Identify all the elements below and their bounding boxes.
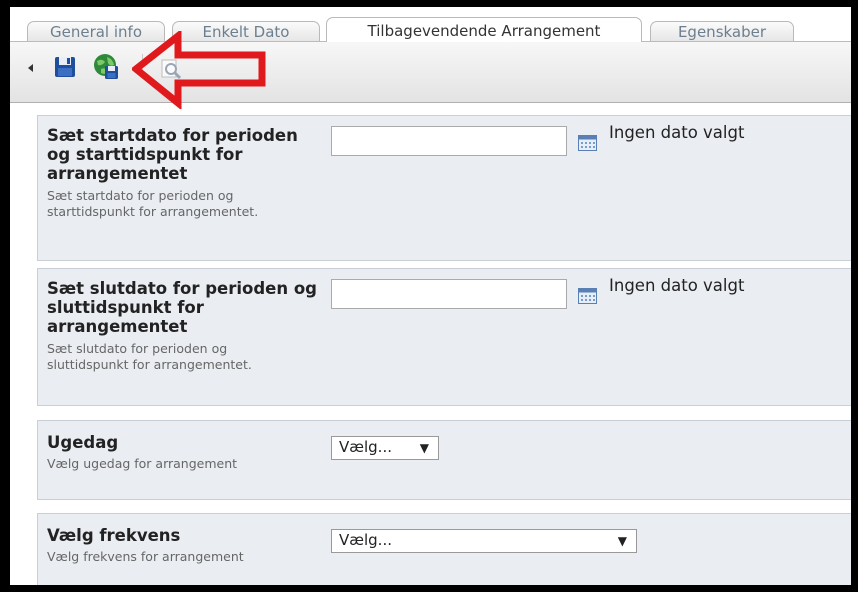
save-icon[interactable] <box>54 56 76 78</box>
end-no-date-text: Ingen dato valgt <box>609 276 745 295</box>
dropdown-arrow-icon: ▼ <box>617 534 627 548</box>
frequency-selected-value: Vælg... <box>339 531 392 549</box>
end-date-title: Sæt slutdato for perioden og sluttidspun… <box>47 279 317 336</box>
tab-egenskaber[interactable]: Egenskaber <box>650 21 794 41</box>
weekday-select[interactable]: Vælg... ▼ <box>331 436 439 460</box>
frequency-description: Vælg frekvens for arrangement <box>47 549 244 564</box>
frequency-select[interactable]: Vælg... ▼ <box>331 529 637 553</box>
frequency-title: Vælg frekvens <box>47 526 181 545</box>
end-date-input[interactable] <box>331 279 567 309</box>
weekday-description: Vælg ugedag for arrangement <box>47 456 238 471</box>
collapse-arrow-icon[interactable] <box>28 64 33 72</box>
start-date-description: Sæt startdato for perioden og starttidsp… <box>47 188 259 219</box>
dropdown-arrow-icon: ▼ <box>419 441 429 455</box>
weekday-selected-value: Vælg... <box>339 438 392 456</box>
calendar-icon[interactable] <box>578 135 597 151</box>
frequency-row: Vælg frekvens Vælg frekvens for arrangem… <box>37 513 851 585</box>
tab-tilbagevendende-arrangement[interactable]: Tilbagevendende Arrangement <box>326 17 642 42</box>
annotation-arrow-icon <box>132 31 266 109</box>
save-and-publish-icon[interactable] <box>92 53 120 81</box>
start-date-input[interactable] <box>331 126 567 156</box>
end-date-description: Sæt slutdato for perioden og sluttidspun… <box>47 341 252 372</box>
start-date-title: Sæt startdato for perioden og starttidsp… <box>47 126 298 183</box>
weekday-row: Ugedag Vælg ugedag for arrangement Vælg.… <box>37 420 851 500</box>
start-date-row: Sæt startdato for perioden og starttidsp… <box>37 115 851 261</box>
editor-window: General info Enkelt Dato Tilbagevendende… <box>10 7 851 585</box>
end-date-row: Sæt slutdato for perioden og sluttidspun… <box>37 268 851 406</box>
start-no-date-text: Ingen dato valgt <box>609 123 745 142</box>
weekday-title: Ugedag <box>47 433 119 452</box>
calendar-icon[interactable] <box>578 288 597 304</box>
